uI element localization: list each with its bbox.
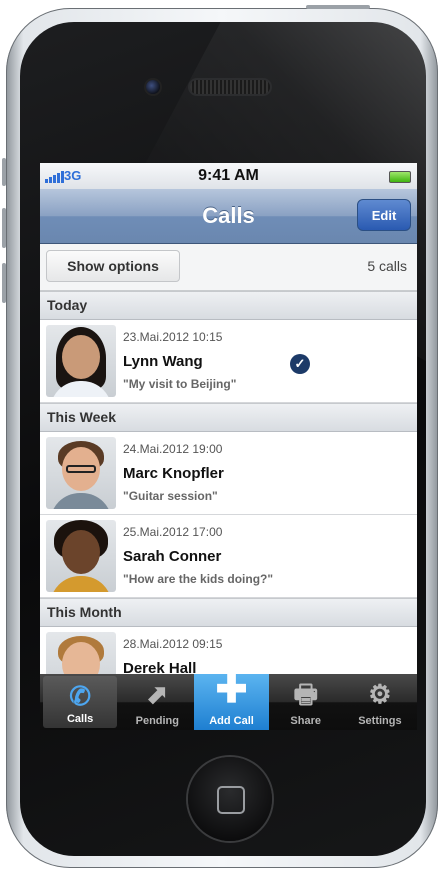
checkmark-icon[interactable]: ✓ (290, 354, 310, 374)
tab-label: Settings (358, 715, 402, 727)
call-date: 28.Mai.2012 09:15 (123, 637, 223, 651)
avatar (46, 520, 116, 592)
tab-add-call[interactable]: ✚ Add Call (194, 669, 269, 730)
section-header-today: Today (40, 291, 417, 320)
phone-icon: ✆ (69, 681, 91, 711)
plus-icon: ✚ (215, 669, 248, 711)
tab-label: Pending (135, 715, 179, 727)
call-name: Sarah Conner (123, 548, 222, 565)
tab-label: Calls (66, 713, 94, 725)
call-subject: "Guitar session" (123, 489, 218, 503)
navigation-bar: Calls Edit (40, 189, 417, 244)
tab-bar: ✆ Calls ⬈ Pending ✚ Add Call 🖶 Share ⚙ S… (40, 669, 417, 730)
tab-share[interactable]: 🖶 Share (269, 674, 343, 730)
section-header-this-month: This Month (40, 598, 417, 627)
tab-calls[interactable]: ✆ Calls (43, 676, 118, 728)
volume-up-button (2, 208, 6, 248)
status-bar: 3G 9:41 AM (40, 163, 417, 189)
tab-label: Add Call (209, 715, 254, 727)
app-screen: 3G 9:41 AM Calls Edit Show options 5 cal… (40, 163, 417, 730)
avatar (46, 437, 116, 509)
call-row[interactable]: 23.Mai.2012 10:15 Lynn Wang "My visit to… (40, 320, 417, 403)
section-header-this-week: This Week (40, 403, 417, 432)
volume-down-button (2, 263, 6, 303)
battery-icon (389, 171, 411, 183)
power-button (306, 5, 370, 9)
pending-arrow-icon: ⬈ (146, 679, 169, 709)
call-name: Lynn Wang (123, 353, 203, 370)
call-subject: "My visit to Beijing" (123, 377, 237, 391)
avatar (46, 325, 116, 397)
call-row[interactable]: 25.Mai.2012 17:00 Sarah Conner "How are … (40, 515, 417, 598)
call-date: 25.Mai.2012 17:00 (123, 525, 223, 539)
call-count-label: 5 calls (367, 258, 407, 274)
front-camera (146, 80, 160, 94)
options-row: Show options 5 calls (40, 244, 417, 291)
call-date: 24.Mai.2012 19:00 (123, 442, 223, 456)
edit-button[interactable]: Edit (357, 199, 411, 231)
mute-switch (2, 158, 6, 186)
home-button-icon (217, 786, 245, 814)
gear-icon: ⚙ (368, 679, 392, 709)
call-subject: "How are the kids doing?" (123, 572, 274, 586)
printer-icon: 🖶 (293, 679, 318, 709)
tab-label: Share (290, 715, 321, 727)
call-date: 23.Mai.2012 10:15 (123, 330, 223, 344)
call-row[interactable]: 24.Mai.2012 19:00 Marc Knopfler "Guitar … (40, 432, 417, 515)
tab-settings[interactable]: ⚙ Settings (343, 674, 417, 730)
call-name: Marc Knopfler (123, 465, 224, 482)
status-time: 9:41 AM (198, 167, 259, 184)
tab-pending[interactable]: ⬈ Pending (120, 674, 194, 730)
show-options-button[interactable]: Show options (46, 250, 180, 282)
earpiece-speaker (190, 80, 270, 94)
